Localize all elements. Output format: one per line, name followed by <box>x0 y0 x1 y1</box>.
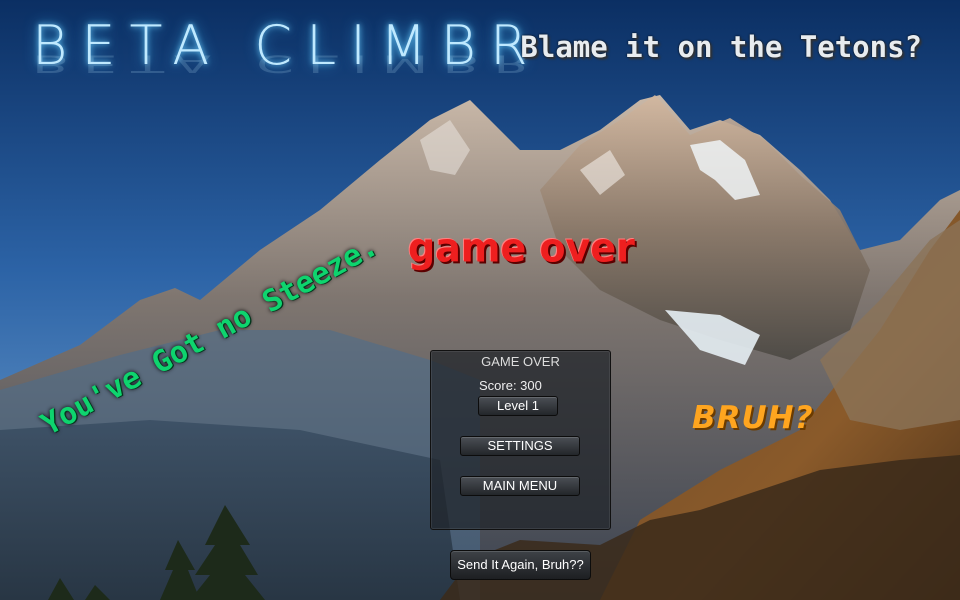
retry-button[interactable]: Send It Again, Bruh?? <box>450 550 591 580</box>
main-menu-button[interactable]: MAIN MENU <box>460 476 580 496</box>
score-text: Score: 300 <box>479 378 542 393</box>
tagline: Blame it on the Tetons? <box>520 30 922 64</box>
game-over-panel: GAME OVER Score: 300 Level 1 SETTINGS MA… <box>430 350 611 530</box>
settings-button[interactable]: SETTINGS <box>460 436 580 456</box>
level-button[interactable]: Level 1 <box>478 396 558 416</box>
game-title-reflection: BETA CLIMBR <box>32 49 545 78</box>
game-over-banner: game over <box>408 224 635 272</box>
panel-title: GAME OVER <box>481 354 560 369</box>
taunt-bruh: BRUH? <box>692 400 814 436</box>
